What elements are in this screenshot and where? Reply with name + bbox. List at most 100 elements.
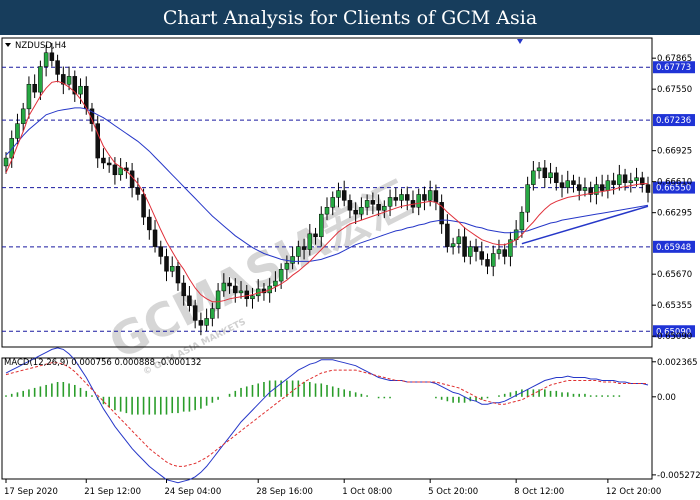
chart-title-banner: Chart Analysis for Clients of GCM Asia bbox=[0, 0, 700, 35]
banner-title: Chart Analysis for Clients of GCM Asia bbox=[162, 6, 538, 29]
candle-body-81 bbox=[468, 246, 473, 257]
candle-body-51 bbox=[296, 246, 301, 257]
candle-body-30 bbox=[175, 266, 181, 284]
candle-body-99 bbox=[571, 180, 576, 185]
time-tick-2: 24 Sep 04:00 bbox=[165, 487, 222, 497]
price-tick-2: 0.66925 bbox=[657, 147, 692, 157]
candle-body-82 bbox=[473, 246, 479, 252]
candle-body-9 bbox=[55, 60, 60, 75]
candle-body-2 bbox=[15, 123, 20, 139]
time-tick-1: 21 Sep 12:00 bbox=[84, 487, 141, 497]
candle-body-53 bbox=[307, 233, 313, 250]
candle-body-84 bbox=[485, 259, 490, 267]
candle-body-35 bbox=[204, 318, 209, 326]
candle-body-4 bbox=[26, 84, 32, 110]
price-tick-7: 0.65090 bbox=[657, 332, 692, 342]
candle-body-98 bbox=[565, 180, 570, 188]
candle-body-91 bbox=[525, 184, 530, 213]
candle-body-33 bbox=[192, 305, 198, 321]
level-label-0: 0.67773 bbox=[656, 63, 691, 73]
price-tick-6: 0.65355 bbox=[657, 301, 692, 311]
candle-body-28 bbox=[164, 256, 169, 272]
candle-body-0 bbox=[3, 157, 9, 167]
candle-body-23 bbox=[135, 187, 141, 195]
candle-body-106 bbox=[611, 180, 616, 185]
candle-body-56 bbox=[324, 207, 330, 215]
candle-body-73 bbox=[422, 194, 427, 201]
candle-body-54 bbox=[313, 233, 318, 238]
candle-body-40 bbox=[233, 285, 238, 294]
candle-body-77 bbox=[445, 223, 450, 247]
candle-body-101 bbox=[582, 187, 588, 191]
candle-body-70 bbox=[405, 194, 410, 201]
time-tick-5: 5 Oct 20:00 bbox=[428, 487, 478, 497]
candle-body-50 bbox=[290, 256, 295, 264]
candle-body-19 bbox=[112, 164, 118, 176]
candle-body-3 bbox=[20, 108, 26, 124]
candle-body-97 bbox=[559, 182, 565, 188]
price-tick-1: 0.67550 bbox=[657, 85, 692, 95]
candle-body-94 bbox=[542, 167, 548, 178]
candle-body-65 bbox=[376, 204, 381, 211]
chart-background bbox=[0, 35, 700, 500]
price-chart-title: NZDUSD,H4 bbox=[15, 41, 66, 51]
candle-body-79 bbox=[456, 236, 462, 244]
candle-body-87 bbox=[502, 249, 507, 257]
candle-body-60 bbox=[347, 200, 353, 211]
candle-body-58 bbox=[336, 190, 341, 198]
candle-body-29 bbox=[169, 266, 175, 272]
candle-body-37 bbox=[215, 290, 221, 309]
candle-body-13 bbox=[78, 85, 83, 95]
time-tick-6: 8 Oct 12:00 bbox=[514, 487, 564, 497]
candle-body-6 bbox=[38, 66, 43, 93]
candle-body-52 bbox=[301, 246, 307, 250]
candle-body-67 bbox=[387, 197, 393, 207]
candle-body-38 bbox=[221, 282, 227, 292]
price-tick-5: 0.65670 bbox=[657, 270, 692, 280]
candle-body-25 bbox=[147, 216, 152, 231]
candle-body-105 bbox=[605, 180, 611, 191]
candle-body-100 bbox=[576, 184, 582, 191]
candle-body-78 bbox=[450, 243, 456, 247]
candle-body-74 bbox=[427, 190, 433, 201]
level-label-1: 0.67236 bbox=[656, 116, 691, 126]
candle-body-8 bbox=[49, 52, 55, 61]
candle-body-66 bbox=[382, 206, 387, 211]
candle-body-68 bbox=[393, 197, 399, 201]
candle-body-47 bbox=[273, 280, 278, 287]
candle-body-11 bbox=[66, 76, 72, 85]
candle-body-24 bbox=[141, 194, 146, 218]
candle-body-31 bbox=[181, 282, 186, 297]
price-tick-0: 0.67865 bbox=[657, 54, 692, 64]
macd-title: MACD(12,26,9) 0.000756 0.000888 -0.00013… bbox=[4, 358, 201, 368]
candle-body-63 bbox=[364, 200, 370, 208]
candle-body-41 bbox=[238, 290, 244, 294]
price-tick-4: 0.66295 bbox=[657, 209, 692, 219]
time-tick-3: 28 Sep 16:00 bbox=[256, 487, 313, 497]
candle-body-72 bbox=[416, 194, 421, 208]
candle-body-34 bbox=[198, 320, 204, 326]
candle-body-62 bbox=[359, 207, 364, 215]
candle-body-64 bbox=[370, 200, 376, 205]
candle-body-108 bbox=[622, 174, 628, 183]
candle-body-90 bbox=[519, 211, 525, 231]
candle-body-83 bbox=[479, 251, 485, 260]
candle-body-80 bbox=[462, 236, 467, 257]
candle-body-93 bbox=[536, 167, 542, 172]
candle-body-112 bbox=[645, 184, 651, 193]
candle-body-5 bbox=[32, 84, 37, 93]
candle-body-7 bbox=[43, 52, 49, 67]
candle-body-42 bbox=[244, 290, 249, 300]
candle-body-49 bbox=[284, 263, 290, 270]
candle-body-27 bbox=[158, 246, 164, 257]
candle-body-69 bbox=[399, 194, 404, 201]
candle-body-86 bbox=[496, 249, 502, 254]
candle-body-32 bbox=[187, 295, 192, 306]
price-tick-3: 0.66610 bbox=[657, 178, 692, 188]
candle-body-36 bbox=[210, 308, 215, 319]
candle-body-20 bbox=[118, 167, 123, 176]
macd-tick-1: 0.00 bbox=[657, 393, 676, 403]
candle-body-95 bbox=[548, 172, 553, 178]
candle-body-96 bbox=[554, 172, 559, 183]
candle-body-48 bbox=[278, 269, 284, 282]
